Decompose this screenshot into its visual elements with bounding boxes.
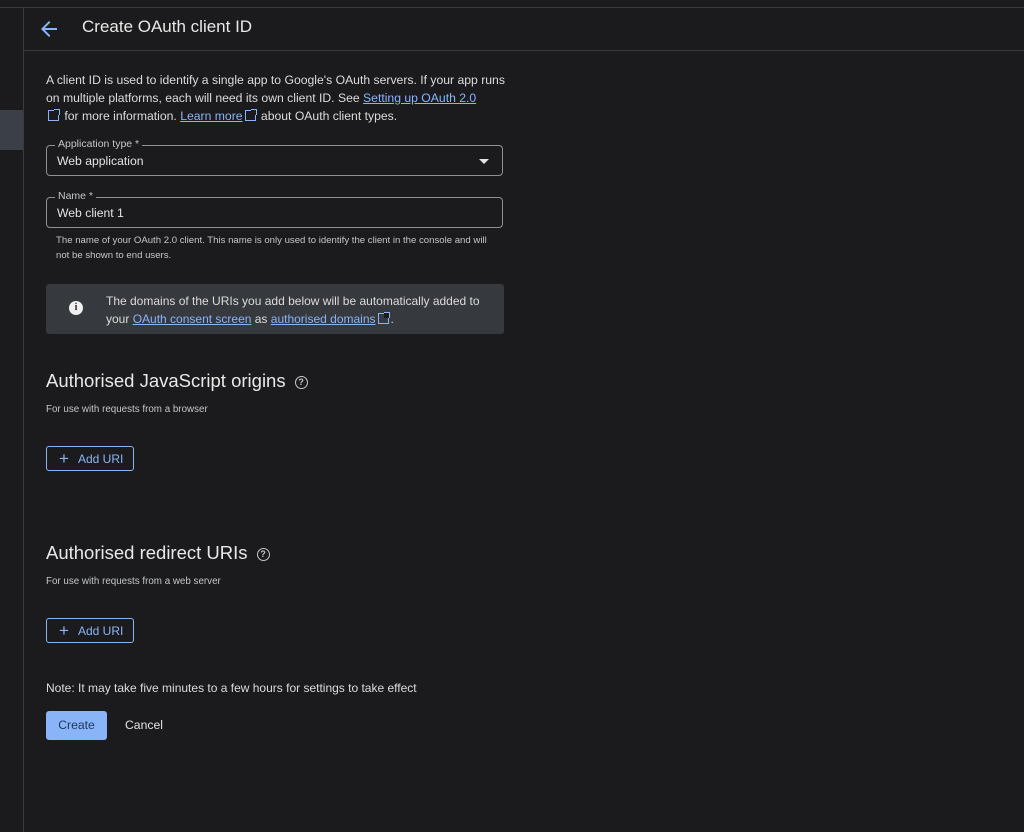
external-link-icon (377, 312, 390, 324)
plus-icon: + (59, 621, 69, 640)
name-field[interactable]: Name * Web client 1 (46, 190, 503, 228)
external-link-icon (244, 109, 257, 121)
authorised-domains-link[interactable]: authorised domains (271, 312, 376, 326)
add-uri-label: Add URI (78, 452, 124, 466)
back-arrow-icon[interactable] (37, 17, 61, 41)
setting-up-oauth-link[interactable]: Setting up OAuth 2.0 (363, 91, 476, 105)
top-edge (0, 0, 1024, 8)
intro-text: A client ID is used to identify a single… (46, 71, 516, 125)
js-origins-title-text: Authorised JavaScript origins (46, 370, 286, 391)
add-uri-label: Add URI (78, 624, 124, 638)
left-nav-rail (0, 8, 24, 832)
info-banner: i The domains of the URIs you add below … (46, 284, 504, 334)
info-text: The domains of the URIs you add below wi… (106, 292, 496, 328)
info-part3: . (390, 312, 394, 326)
info-part2: as (251, 312, 271, 326)
redirect-uris-title: Authorised redirect URIs? (46, 542, 270, 564)
add-js-origin-button[interactable]: + Add URI (46, 446, 134, 471)
help-icon[interactable]: ? (256, 548, 270, 561)
page-title: Create OAuth client ID (82, 17, 253, 36)
redirect-uris-title-text: Authorised redirect URIs (46, 542, 248, 563)
dropdown-arrow-icon[interactable] (479, 159, 489, 164)
plus-icon: + (59, 449, 69, 468)
help-icon[interactable]: ? (294, 376, 308, 389)
js-origins-subtitle: For use with requests from a browser (46, 404, 208, 415)
application-type-select[interactable]: Application type * Web application (46, 138, 503, 176)
page-header: Create OAuth client ID (24, 8, 1024, 51)
name-field-label: Name * (55, 190, 97, 202)
intro-part2: for more information. (61, 109, 181, 123)
learn-more-link[interactable]: Learn more (180, 109, 242, 123)
external-link-icon (48, 109, 60, 121)
oauth-consent-screen-link[interactable]: OAuth consent screen (133, 312, 252, 326)
name-field-value[interactable]: Web client 1 (57, 206, 124, 220)
redirect-uris-subtitle: For use with requests from a web server (46, 576, 221, 587)
name-hint: The name of your OAuth 2.0 client. This … (56, 235, 487, 261)
nav-selected-item[interactable] (0, 110, 23, 150)
settings-note: Note: It may take five minutes to a few … (46, 681, 417, 695)
application-type-value: Web application (57, 154, 144, 168)
add-redirect-uri-button[interactable]: + Add URI (46, 618, 134, 643)
js-origins-title: Authorised JavaScript origins? (46, 370, 308, 392)
create-button[interactable]: Create (46, 711, 107, 740)
cancel-button[interactable]: Cancel (125, 718, 163, 732)
info-icon: i (69, 301, 83, 315)
application-type-label: Application type * (55, 138, 143, 150)
intro-part3: about OAuth client types. (257, 109, 398, 123)
